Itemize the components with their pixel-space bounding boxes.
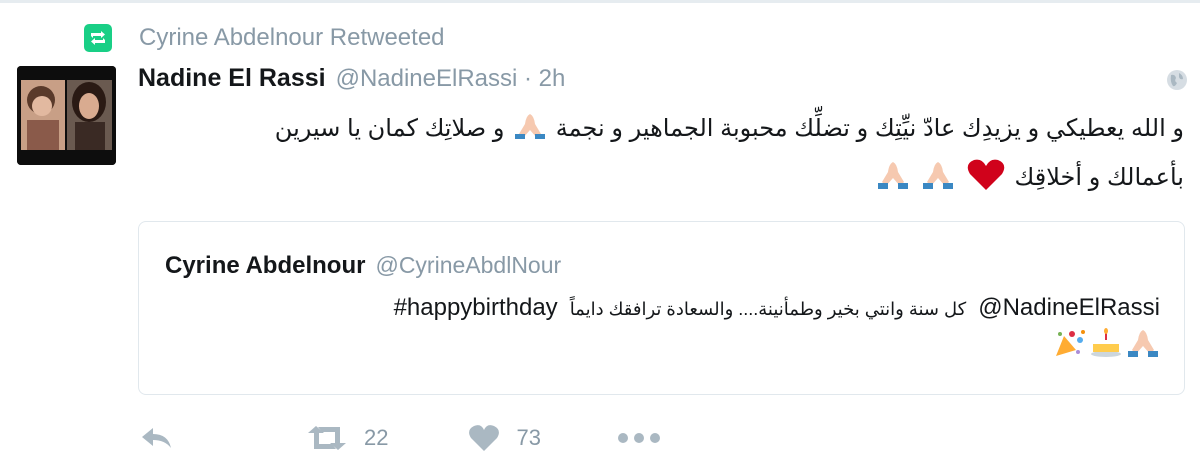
praying-hands-icon	[921, 160, 955, 197]
author-handle-time[interactable]: @NadineElRassi · 2h	[336, 65, 566, 93]
tweet-text-part: و الله يعطيكي و يزيدِك عادّ نيِّتِك و تض…	[555, 114, 1184, 142]
retweet-context: Cyrine Abdelnour Retweeted	[84, 22, 445, 54]
heart-icon	[469, 425, 500, 451]
avatar[interactable]	[17, 66, 116, 165]
quoted-tweet-card[interactable]: Cyrine Abdelnour @CyrineAbdlNour #happyb…	[138, 221, 1185, 395]
like-button[interactable]: 73	[468, 424, 541, 452]
retweet-context-label[interactable]: Cyrine Abdelnour Retweeted	[139, 24, 445, 52]
cake-icon	[1090, 328, 1122, 363]
retweet-button[interactable]: 22	[306, 425, 388, 451]
quoted-arabic-text: كل سنة وانتي بخير وطمأنينة.... والسعادة …	[569, 299, 967, 319]
tweet-text-line-2: بأعمالك و أخلاقِك	[874, 158, 1184, 199]
reply-button[interactable]	[140, 425, 174, 451]
praying-hands-icon	[876, 160, 910, 197]
author-name[interactable]: Nadine El Rassi	[138, 64, 326, 93]
tweet-header: Nadine El Rassi @NadineElRassi · 2h	[138, 64, 565, 93]
confetti-icon	[1050, 328, 1086, 363]
praying-hands-icon	[513, 112, 547, 147]
quoted-emojis	[1050, 328, 1160, 363]
retweet-count: 22	[364, 425, 389, 450]
quoted-author-name[interactable]: Cyrine Abdelnour	[165, 252, 365, 280]
heart-emoji-icon	[966, 158, 1006, 199]
like-count: 73	[516, 425, 541, 450]
quoted-hashtag[interactable]: #happybirthday	[394, 294, 558, 322]
tweet-text-part: و صلاتِك كمان يا سيرين	[274, 114, 505, 142]
more-icon	[617, 433, 660, 443]
retweet-icon	[84, 24, 112, 52]
reply-icon	[142, 428, 171, 448]
tweet-text-part: بأعمالك و أخلاقِك	[1014, 163, 1185, 191]
quoted-tweet-text: #happybirthday كل سنة وانتي بخير وطمأنين…	[394, 294, 1160, 322]
retweet-icon	[308, 426, 346, 450]
tweet-text-line-1: و الله يعطيكي و يزيدِك عادّ نيِّتِك و تض…	[275, 112, 1184, 147]
tweet-actions: 22 73	[140, 420, 661, 456]
globe-icon	[1167, 70, 1187, 90]
praying-hands-icon	[1126, 328, 1160, 363]
quoted-author-handle[interactable]: @CyrineAbdlNour	[375, 252, 561, 279]
top-divider	[0, 0, 1200, 3]
quoted-mention[interactable]: @NadineElRassi	[978, 294, 1160, 322]
more-button[interactable]	[617, 432, 661, 444]
quoted-tweet-header: Cyrine Abdelnour @CyrineAbdlNour	[165, 252, 561, 280]
